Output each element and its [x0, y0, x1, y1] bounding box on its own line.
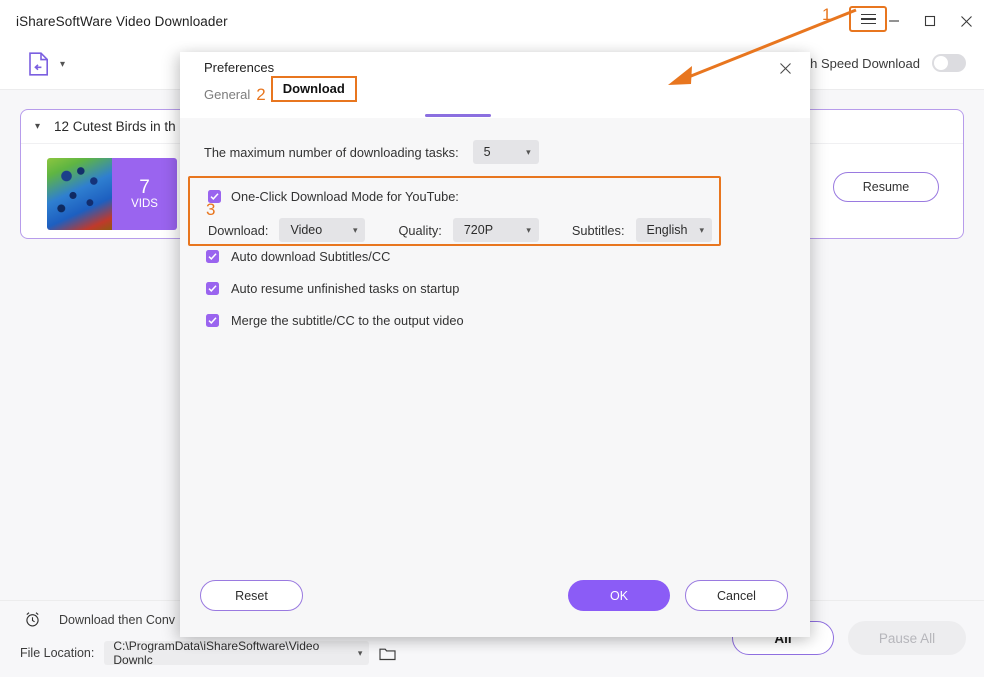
- quality-select[interactable]: 720P ▾: [452, 218, 539, 242]
- checkmark-icon: [208, 285, 217, 292]
- download-type-value: Video: [290, 223, 323, 237]
- minimize-button[interactable]: [876, 0, 912, 42]
- chevron-down-icon: ▾: [357, 647, 363, 658]
- option-auto-download-subtitles[interactable]: Auto download Subtitles/CC: [206, 249, 390, 264]
- subtitles-value: English: [646, 223, 688, 237]
- subtitles-select[interactable]: English ▾: [635, 218, 712, 242]
- chevron-down-icon: ▾: [352, 224, 358, 235]
- one-click-mode-row[interactable]: One-Click Download Mode for YouTube:: [208, 189, 459, 204]
- thumbnail-image: [47, 158, 112, 230]
- close-button[interactable]: [948, 0, 984, 42]
- one-click-mode-group: One-Click Download Mode for YouTube: 3 D…: [188, 176, 721, 246]
- quality-value: 720P: [463, 223, 494, 237]
- subtitles-label: Subtitles:: [571, 222, 625, 238]
- application-window: iShareSoftWare Video Downloader 1 ▾ High…: [0, 0, 984, 677]
- window-controls: [876, 0, 984, 42]
- chevron-down-icon[interactable]: ▾: [35, 121, 40, 132]
- alarm-clock-icon: [26, 612, 39, 627]
- video-count-badge: 7 VIDS: [112, 158, 177, 230]
- download-then-convert-row[interactable]: Download then Conv: [24, 611, 175, 628]
- tab-download[interactable]: Download: [270, 76, 357, 102]
- reset-button[interactable]: Reset: [200, 580, 303, 611]
- maximize-button[interactable]: [912, 0, 948, 42]
- file-location-select[interactable]: C:\ProgramData\iShareSoftware\Video Down…: [104, 639, 370, 667]
- dialog-footer: Reset OK Cancel: [180, 567, 810, 637]
- annotation-step-2: 2: [256, 85, 266, 104]
- dialog-body: The maximum number of downloading tasks:…: [180, 118, 810, 637]
- hamburger-menu-icon: [860, 11, 876, 27]
- task-title: 12 Cutest Birds in th: [54, 119, 176, 134]
- high-speed-download-toggle[interactable]: [932, 54, 966, 72]
- high-speed-download-label: High Speed Download: [790, 55, 920, 71]
- folder-icon[interactable]: [379, 646, 396, 661]
- dialog-close-button[interactable]: [776, 59, 794, 77]
- download-type-label: Download:: [208, 222, 269, 238]
- auto-download-subtitles-checkbox[interactable]: [206, 250, 219, 263]
- auto-download-subtitles-label: Auto download Subtitles/CC: [231, 249, 391, 264]
- close-icon: [779, 62, 791, 74]
- video-count: 7: [139, 177, 150, 198]
- ok-button[interactable]: OK: [568, 580, 670, 611]
- merge-subtitle-label: Merge the subtitle/CC to the output vide…: [231, 313, 464, 328]
- max-tasks-label: The maximum number of downloading tasks:: [204, 144, 459, 160]
- cancel-button[interactable]: Cancel: [685, 580, 788, 611]
- add-file-icon: [29, 52, 48, 76]
- chevron-down-icon: ▾: [699, 224, 705, 235]
- file-location-label: File Location:: [20, 646, 95, 660]
- annotation-step-1: 1: [822, 5, 832, 24]
- add-file-button[interactable]: ▾: [28, 52, 65, 76]
- max-tasks-value: 5: [483, 145, 491, 159]
- dialog-title: Preferences: [204, 60, 275, 75]
- page-title: iShareSoftWare Video Downloader: [16, 13, 228, 29]
- title-bar: iShareSoftWare Video Downloader 1: [0, 0, 984, 42]
- task-thumbnail: 7 VIDS: [47, 158, 177, 230]
- preferences-dialog: Preferences General 2 Download The maxim…: [180, 52, 810, 637]
- max-tasks-select[interactable]: 5 ▾: [472, 140, 539, 164]
- annotation-step-3: 3: [206, 200, 216, 219]
- auto-resume-checkbox[interactable]: [206, 282, 219, 295]
- merge-subtitle-checkbox[interactable]: [206, 314, 219, 327]
- quality-label: Quality:: [398, 222, 442, 238]
- download-then-convert-label: Download then Conv: [59, 612, 176, 627]
- option-merge-subtitle[interactable]: Merge the subtitle/CC to the output vide…: [206, 313, 464, 328]
- chevron-down-icon: ▾: [526, 224, 531, 235]
- resume-button[interactable]: Resume: [833, 172, 939, 202]
- dialog-tabs: General 2 Download: [180, 76, 810, 118]
- file-location-value: C:\ProgramData\iShareSoftware\Video Down…: [113, 639, 320, 667]
- pause-all-button: Pause All: [848, 621, 966, 655]
- chevron-down-icon: ▾: [60, 58, 66, 70]
- tab-general[interactable]: General: [204, 84, 250, 102]
- one-click-options-row: Download: Video ▾ Quality: 720P ▾ Subtit…: [208, 218, 712, 242]
- one-click-mode-label: One-Click Download Mode for YouTube:: [231, 189, 459, 204]
- max-tasks-row: The maximum number of downloading tasks:…: [204, 140, 539, 164]
- chevron-down-icon: ▾: [526, 146, 531, 157]
- file-location-row: File Location: C:\ProgramData\iShareSoft…: [20, 639, 396, 667]
- high-speed-download-control[interactable]: High Speed Download: [791, 54, 966, 72]
- auto-resume-label: Auto resume unfinished tasks on startup: [231, 281, 460, 296]
- checkmark-icon: [208, 317, 217, 324]
- option-auto-resume[interactable]: Auto resume unfinished tasks on startup: [206, 281, 459, 296]
- video-count-unit: VIDS: [131, 197, 158, 210]
- checkmark-icon: [208, 253, 217, 260]
- download-type-select[interactable]: Video ▾: [279, 218, 366, 242]
- tab-active-indicator: [425, 114, 491, 117]
